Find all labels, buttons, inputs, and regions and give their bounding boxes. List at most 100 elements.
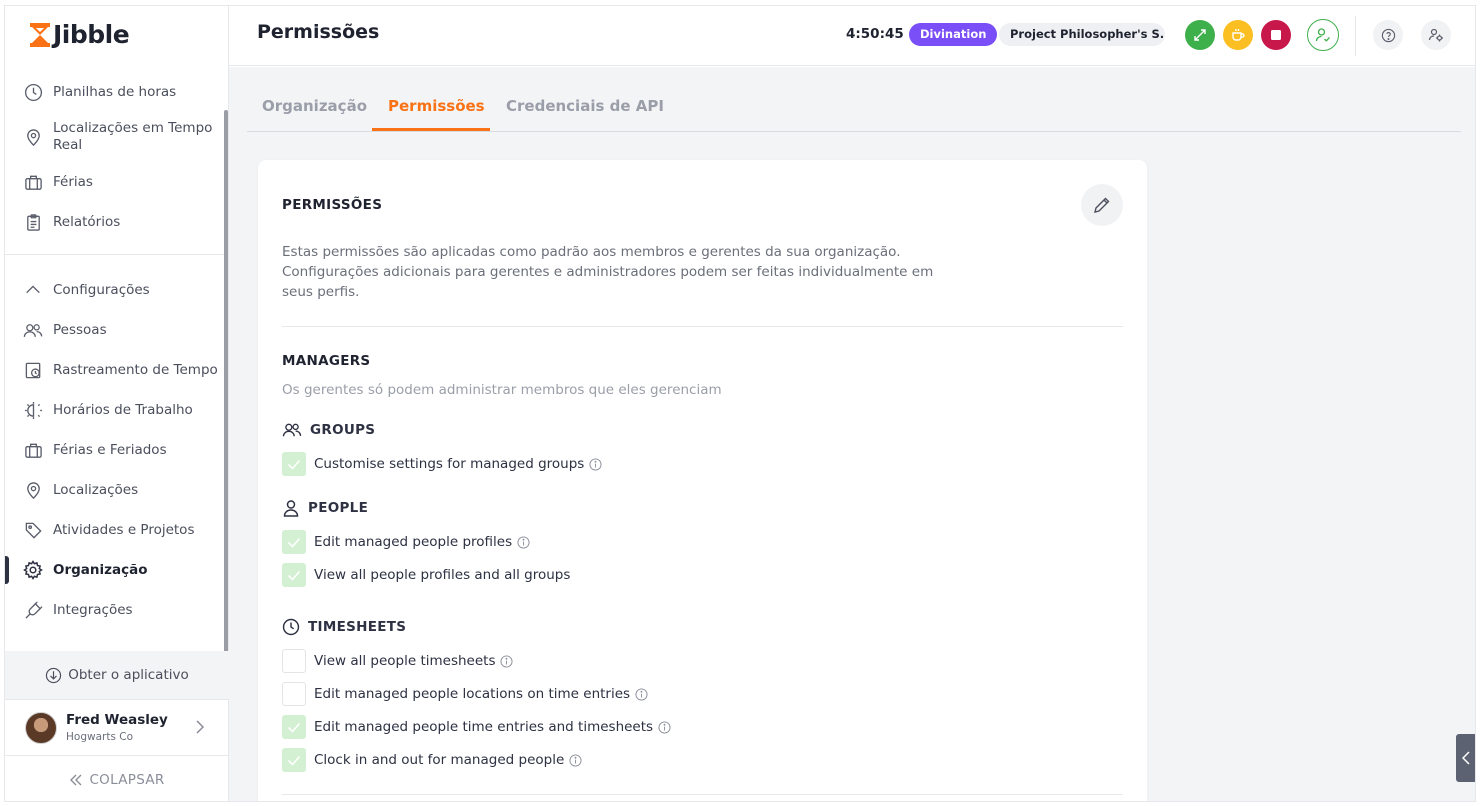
sidebar-item-activities-projects[interactable]: Atividades e Projetos [5, 510, 229, 550]
side-panel-toggle[interactable] [1456, 734, 1475, 782]
person-icon [283, 500, 299, 517]
collapse-sidebar-button[interactable]: COLAPSAR [5, 755, 229, 801]
switch-activity-button[interactable] [1185, 20, 1215, 50]
checkbox[interactable] [282, 530, 306, 554]
permission-customise-groups[interactable]: Customise settings for managed groups [282, 452, 602, 476]
permission-label: Edit managed people profiles [314, 534, 513, 550]
team-status-button[interactable] [1307, 19, 1339, 51]
double-chevron-left-icon [70, 774, 82, 785]
checkbox[interactable] [282, 563, 306, 587]
sidebar-item-people[interactable]: Pessoas [5, 310, 229, 350]
break-button[interactable] [1223, 20, 1253, 50]
active-indicator [5, 556, 9, 584]
people-settings-icon [1428, 28, 1443, 42]
logo[interactable]: Jibble [29, 20, 130, 49]
plug-icon [23, 600, 43, 620]
permission-view-timesheets[interactable]: View all people timesheets [282, 649, 514, 673]
app-window: Jibble Planilhas de horas Localizações e… [4, 5, 1476, 802]
permission-view-all-profiles[interactable]: View all people profiles and all groups [282, 563, 570, 587]
sidebar-item-integrations[interactable]: Integrações [5, 590, 229, 630]
chevron-up-icon [23, 280, 43, 300]
sidebar-item-label: Relatórios [53, 213, 121, 230]
brand-name: Jibble [53, 20, 130, 49]
project-badge[interactable]: Project Philosopher's S... [999, 23, 1165, 46]
main-content: Organização Permissões Credenciais de AP… [229, 67, 1476, 801]
permission-label: Clock in and out for managed people [314, 752, 565, 768]
notifications-button[interactable] [1421, 20, 1451, 50]
permission-edit-profiles[interactable]: Edit managed people profiles [282, 530, 530, 554]
sidebar-item-reports[interactable]: Relatórios [5, 202, 229, 242]
tab-organization[interactable]: Organização [262, 97, 367, 115]
top-header: Permissões 4:50:45 Divination Project Ph… [229, 6, 1475, 66]
checkmark-icon [287, 570, 301, 581]
info-icon[interactable] [635, 687, 648, 701]
checkbox[interactable] [282, 748, 306, 772]
switch-arrows-icon [1194, 29, 1206, 41]
permission-clock-in-out[interactable]: Clock in and out for managed people [282, 748, 582, 772]
info-icon[interactable] [658, 720, 671, 734]
sidebar-item-leave-holidays[interactable]: Férias e Feriados [5, 430, 229, 470]
sidebar-item-label: Localizações [53, 481, 139, 498]
sidebar-item-live-locations[interactable]: Localizações em Tempo Real [5, 112, 229, 162]
sidebar-item-work-schedules[interactable]: Horários de Trabalho [5, 390, 229, 430]
stop-icon [1271, 30, 1281, 40]
tag-icon [23, 520, 43, 540]
checkmark-icon [287, 537, 301, 548]
sidebar-item-time-tracking[interactable]: Rastreamento de Tempo [5, 350, 229, 390]
user-org: Hogwarts Co [66, 731, 134, 743]
help-button[interactable] [1373, 20, 1403, 50]
checkmark-icon [287, 722, 301, 733]
info-icon[interactable] [589, 457, 602, 471]
checkbox[interactable] [282, 649, 306, 673]
tab-api-credentials[interactable]: Credenciais de API [506, 97, 664, 115]
chevron-right-icon [196, 720, 205, 734]
gear-icon [23, 560, 43, 580]
clock-out-button[interactable] [1261, 20, 1291, 50]
permission-edit-time-entries[interactable]: Edit managed people time entries and tim… [282, 715, 671, 739]
card-divider [282, 794, 1123, 795]
checkbox[interactable] [282, 682, 306, 706]
page-title: Permissões [257, 21, 380, 43]
checkmark-icon [287, 459, 301, 470]
managers-section-subtitle: Os gerentes só podem administrar membros… [282, 382, 722, 398]
main-scrollbar[interactable] [1475, 137, 1476, 597]
sidebar-item-label: Férias e Feriados [53, 441, 167, 458]
get-app-button[interactable]: Obter o aplicativo [5, 651, 229, 699]
permission-group-groups: GROUPS [282, 421, 375, 439]
sidebar-item-locations[interactable]: Localizações [5, 470, 229, 510]
info-icon[interactable] [569, 753, 582, 767]
sidebar-item-leave[interactable]: Férias [5, 162, 229, 202]
sidebar-item-organization[interactable]: Organização [5, 550, 229, 590]
sidebar: Jibble Planilhas de horas Localizações e… [5, 6, 229, 801]
people-icon [282, 423, 302, 437]
info-icon[interactable] [500, 654, 514, 668]
card-title: PERMISSÕES [282, 197, 383, 213]
user-profile[interactable]: Fred Weasley Hogwarts Co [5, 699, 229, 755]
timer-display: 4:50:45 [846, 26, 904, 42]
avatar [25, 711, 57, 744]
permissions-card: PERMISSÕES Estas permissões são aplicada… [258, 160, 1147, 801]
coffee-cup-icon [1232, 29, 1245, 41]
tab-permissions[interactable]: Permissões [388, 97, 485, 115]
permission-label: Customise settings for managed groups [314, 456, 585, 472]
edit-button[interactable] [1081, 184, 1123, 226]
permission-group-people: PEOPLE [282, 499, 368, 517]
sidebar-item-label: Atividades e Projetos [53, 521, 195, 538]
sidebar-item-settings-toggle[interactable]: Configurações [5, 270, 229, 310]
question-mark-icon [1381, 28, 1395, 42]
card-description: Estas permissões são aplicadas como padr… [282, 242, 962, 302]
sidebar-item-timesheets[interactable]: Planilhas de horas [5, 72, 229, 112]
person-check-icon [1315, 28, 1330, 42]
activity-badge[interactable]: Divination [909, 23, 998, 46]
briefcase-icon [23, 440, 43, 460]
checkbox[interactable] [282, 452, 306, 476]
sidebar-scrollbar[interactable] [224, 110, 228, 655]
managers-section-title: MANAGERS [282, 353, 371, 369]
checkbox[interactable] [282, 715, 306, 739]
time-tracking-icon [23, 360, 43, 380]
info-icon[interactable] [517, 535, 530, 549]
permission-group-title: PEOPLE [308, 500, 369, 516]
checkmark-icon [287, 755, 301, 766]
permission-edit-locations[interactable]: Edit managed people locations on time en… [282, 682, 648, 706]
clipboard-icon [23, 212, 43, 232]
